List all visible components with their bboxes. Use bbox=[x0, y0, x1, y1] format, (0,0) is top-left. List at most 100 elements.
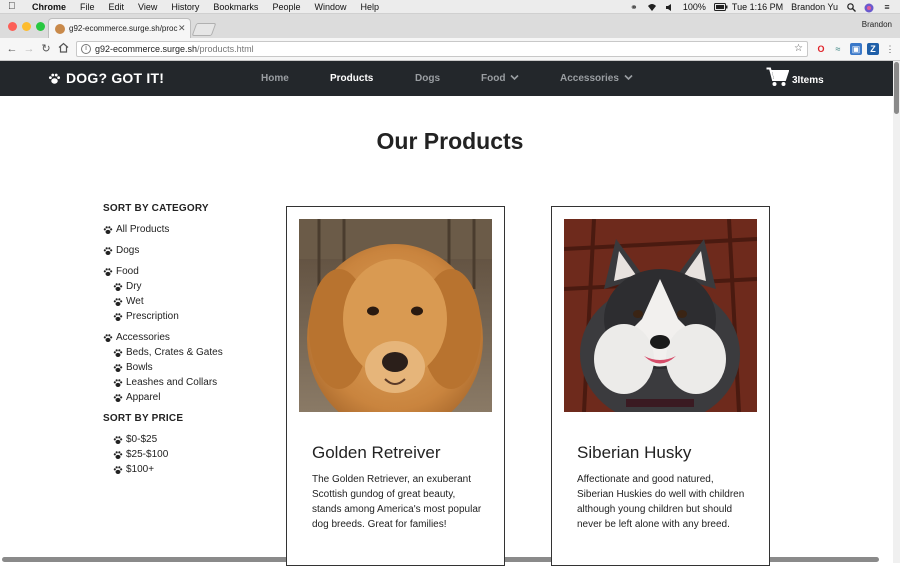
profile-name[interactable]: Brandon bbox=[862, 20, 892, 29]
chevron-down-icon bbox=[510, 74, 519, 81]
product-card[interactable]: Golden Retreiver The Golden Retriever, a… bbox=[286, 206, 505, 566]
paw-icon bbox=[113, 435, 123, 444]
macos-menubar:  Chrome File Edit View History Bookmark… bbox=[0, 0, 900, 14]
nav-products[interactable]: Products bbox=[330, 73, 373, 84]
chrome-menu-icon[interactable]: ⋮ bbox=[884, 43, 896, 55]
menu-people[interactable]: People bbox=[272, 2, 300, 12]
chevron-down-icon bbox=[624, 74, 633, 81]
address-bar[interactable]: i g92-ecommerce.surge.sh/products.html ☆ bbox=[76, 41, 808, 57]
nav-dogs[interactable]: Dogs bbox=[415, 73, 440, 84]
category-accessories-apparel[interactable]: Apparel bbox=[103, 390, 273, 405]
dog-favicon-icon bbox=[55, 23, 65, 34]
glasses-icon[interactable]: ⚭ bbox=[629, 2, 639, 12]
golden-retriever-photo[interactable] bbox=[299, 219, 492, 412]
site-navbar: DOG? GOT IT! Home Products Dogs Food Acc… bbox=[0, 61, 893, 96]
category-food-wet[interactable]: Wet bbox=[103, 294, 273, 309]
paw-icon bbox=[113, 282, 123, 291]
new-tab-button[interactable] bbox=[191, 23, 217, 36]
forward-arrow-icon[interactable]: → bbox=[22, 42, 36, 56]
category-label: All Products bbox=[116, 224, 170, 235]
paw-icon bbox=[113, 393, 123, 402]
brand-logo[interactable]: DOG? GOT IT! bbox=[48, 70, 164, 86]
menu-window[interactable]: Window bbox=[314, 2, 346, 12]
volume-icon[interactable] bbox=[665, 3, 675, 12]
category-label: Bowls bbox=[126, 362, 153, 373]
price-label: $100+ bbox=[126, 464, 155, 475]
product-description: The Golden Retriever, an exuberant Scott… bbox=[312, 474, 482, 530]
category-label: Beds, Crates & Gates bbox=[126, 347, 223, 358]
menu-app-name[interactable]: Chrome bbox=[32, 2, 66, 12]
siberian-husky-photo[interactable] bbox=[564, 219, 757, 412]
price-filter-25-100[interactable]: $25-$100 bbox=[103, 447, 273, 462]
blue-extension-icon[interactable]: ▣ bbox=[850, 43, 862, 55]
siri-icon[interactable] bbox=[864, 3, 874, 12]
price-label: $25-$100 bbox=[126, 449, 169, 460]
page-title-rest: Products bbox=[423, 128, 524, 154]
menu-file[interactable]: File bbox=[80, 2, 95, 12]
product-name[interactable]: Golden Retreiver bbox=[312, 443, 441, 463]
paw-icon bbox=[103, 246, 113, 255]
close-window-button[interactable] bbox=[8, 22, 17, 31]
price-filter-0-25[interactable]: $0-$25 bbox=[103, 432, 273, 447]
paw-icon bbox=[113, 450, 123, 459]
nav-accessories-dropdown[interactable]: Accessories bbox=[560, 73, 633, 84]
wave-extension-icon[interactable]: ≈ bbox=[832, 43, 844, 55]
category-label: Leashes and Collars bbox=[126, 377, 218, 388]
browser-tab-active[interactable]: g92-ecommerce.surge.sh/proc ✕ bbox=[48, 18, 191, 38]
product-description: Affectionate and good natured, Siberian … bbox=[577, 474, 745, 530]
category-label: Dogs bbox=[116, 245, 140, 256]
category-accessories[interactable]: Accessories bbox=[103, 330, 273, 345]
paw-icon bbox=[113, 297, 123, 306]
price-filter-100-plus[interactable]: $100+ bbox=[103, 462, 273, 477]
category-food-prescription[interactable]: Prescription bbox=[103, 309, 273, 324]
back-arrow-icon[interactable]: ← bbox=[5, 42, 19, 56]
notification-center-icon[interactable]: ≡ bbox=[882, 2, 892, 12]
menu-view[interactable]: View bbox=[138, 2, 157, 12]
paw-icon bbox=[103, 267, 113, 276]
filter-sidebar: SORT BY CATEGORY All Products Dogs Food … bbox=[103, 203, 273, 477]
reload-icon[interactable]: ↻ bbox=[39, 42, 53, 56]
apple-icon[interactable]:  bbox=[8, 1, 20, 12]
wifi-icon[interactable] bbox=[647, 3, 657, 12]
category-food[interactable]: Food bbox=[103, 264, 273, 279]
maximize-window-button[interactable] bbox=[36, 22, 45, 31]
window-controls bbox=[8, 22, 45, 31]
category-label: Wet bbox=[126, 296, 144, 307]
category-all-products[interactable]: All Products bbox=[103, 222, 273, 237]
price-heading: SORT BY PRICE bbox=[103, 413, 184, 424]
battery-icon[interactable] bbox=[713, 2, 728, 12]
minimize-window-button[interactable] bbox=[22, 22, 31, 31]
category-accessories-leashes[interactable]: Leashes and Collars bbox=[103, 375, 273, 390]
product-card[interactable]: Siberian Husky Affectionate and good nat… bbox=[551, 206, 770, 566]
paw-icon bbox=[103, 225, 113, 234]
category-accessories-beds[interactable]: Beds, Crates & Gates bbox=[103, 345, 273, 360]
category-label: Prescription bbox=[126, 311, 179, 322]
nav-accessories-label: Accessories bbox=[560, 73, 619, 84]
category-dogs[interactable]: Dogs bbox=[103, 243, 273, 258]
nav-food-dropdown[interactable]: Food bbox=[481, 73, 519, 84]
menu-help[interactable]: Help bbox=[360, 2, 379, 12]
category-label: Dry bbox=[126, 281, 142, 292]
opera-extension-icon[interactable]: O bbox=[815, 43, 827, 55]
spotlight-search-icon[interactable] bbox=[846, 2, 856, 12]
menu-history[interactable]: History bbox=[171, 2, 199, 12]
category-food-dry[interactable]: Dry bbox=[103, 279, 273, 294]
tab-close-icon[interactable]: ✕ bbox=[178, 23, 190, 34]
paw-icon bbox=[48, 73, 61, 84]
category-accessories-bowls[interactable]: Bowls bbox=[103, 360, 273, 375]
browser-toolbar: ← → ↻ i g92-ecommerce.surge.sh/products.… bbox=[0, 38, 900, 61]
menu-edit[interactable]: Edit bbox=[109, 2, 125, 12]
home-icon[interactable] bbox=[56, 42, 70, 56]
cart-button[interactable]: 3Items bbox=[766, 67, 824, 87]
user-name[interactable]: Brandon Yu bbox=[791, 2, 838, 12]
paw-icon bbox=[113, 363, 123, 372]
vertical-scroll-thumb[interactable] bbox=[894, 62, 899, 114]
zotero-extension-icon[interactable]: Z bbox=[867, 43, 879, 55]
product-name[interactable]: Siberian Husky bbox=[577, 443, 691, 463]
menu-bookmarks[interactable]: Bookmarks bbox=[213, 2, 258, 12]
bookmark-star-icon[interactable]: ☆ bbox=[794, 43, 803, 54]
clock[interactable]: Tue 1:16 PM bbox=[732, 2, 783, 12]
site-info-icon[interactable]: i bbox=[81, 44, 91, 54]
nav-home[interactable]: Home bbox=[261, 73, 289, 84]
price-label: $0-$25 bbox=[126, 434, 158, 445]
